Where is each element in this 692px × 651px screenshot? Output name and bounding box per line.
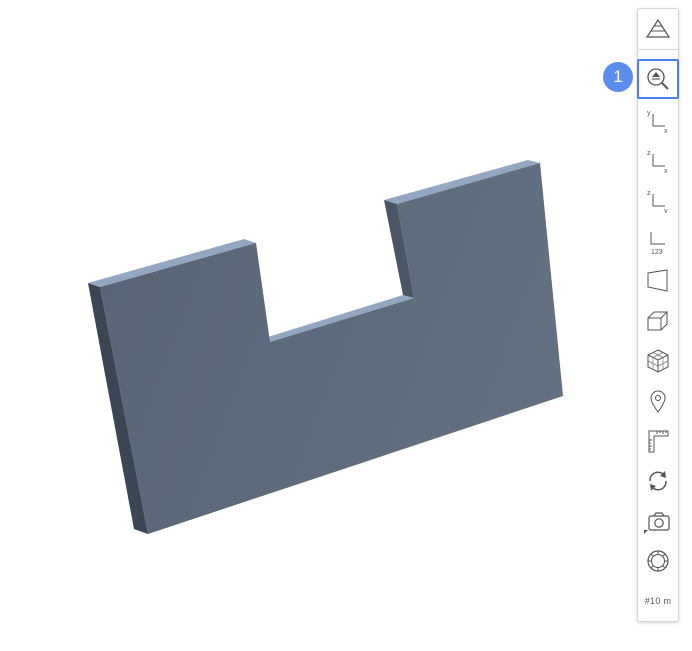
location-pin-button[interactable] [638, 381, 678, 421]
cube-grid-button[interactable] [638, 341, 678, 381]
plane-view-button[interactable] [638, 261, 678, 301]
zoom-extents-icon [647, 68, 669, 90]
box-view-icon [647, 311, 669, 331]
3d-viewport[interactable]: 1 y x z x z y 123 #10 m [0, 0, 692, 651]
step-badge: 1 [603, 62, 633, 92]
wall-model [88, 160, 563, 534]
ruler-icon [648, 430, 669, 453]
svg-text:y: y [647, 110, 651, 117]
svg-text:y: y [664, 208, 668, 213]
svg-text:z: z [647, 190, 651, 197]
plane-view-icon [647, 269, 668, 292]
view-toolbar: y x z x z y 123 #10 m [637, 8, 679, 622]
ruler-button[interactable] [638, 421, 678, 461]
view-xy-icon: y x [647, 110, 668, 133]
view-xz-button[interactable]: z x [638, 140, 678, 180]
svg-text:x: x [664, 168, 668, 173]
view-xz-icon: z x [647, 150, 668, 173]
grid-scale-indicator: #10 m [638, 581, 678, 621]
view-yz-button[interactable]: z y [638, 180, 678, 220]
rotate-button[interactable] [638, 461, 678, 501]
view-yz-icon: z y [647, 190, 668, 213]
settings-wheel-icon [647, 550, 669, 572]
location-pin-icon [650, 390, 666, 413]
grid-scale-label: #10 m [644, 596, 672, 606]
perspective-toggle-icon [645, 18, 671, 38]
wall-front-face [100, 163, 563, 534]
settings-wheel-button[interactable] [638, 541, 678, 581]
step-badge-number: 1 [613, 67, 623, 86]
perspective-toggle-button[interactable] [638, 9, 678, 50]
cube-grid-icon [647, 349, 669, 373]
axis-numbers-icon: 123 [650, 232, 665, 255]
rotate-icon [649, 471, 667, 491]
svg-text:x: x [664, 128, 668, 133]
camera-icon [644, 512, 670, 534]
axis-numbers-button[interactable]: 123 [638, 221, 678, 261]
view-xy-button[interactable]: y x [638, 100, 678, 140]
svg-text:123: 123 [651, 249, 663, 255]
box-view-button[interactable] [638, 301, 678, 341]
camera-button[interactable] [638, 501, 678, 541]
zoom-extents-button[interactable] [637, 59, 679, 99]
svg-text:z: z [647, 150, 651, 157]
